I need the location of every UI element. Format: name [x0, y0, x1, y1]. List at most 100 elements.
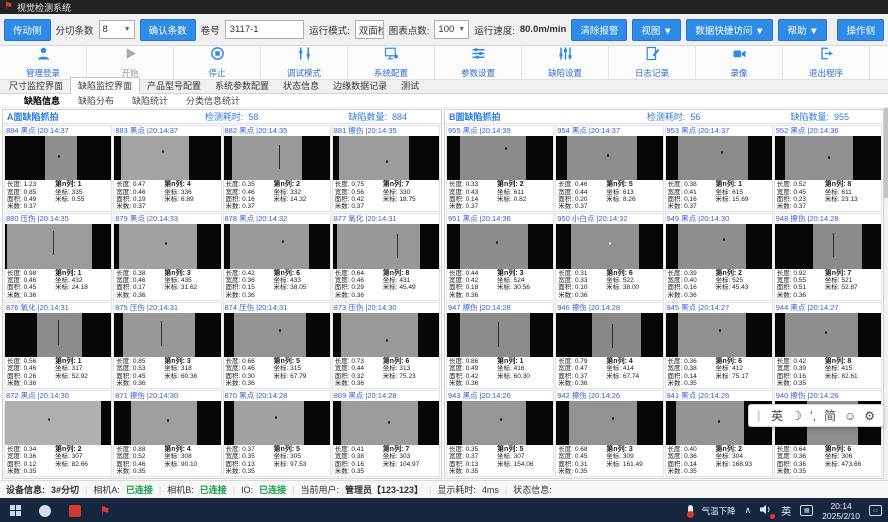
volume-icon[interactable]	[760, 504, 772, 517]
toolbar-button-defect[interactable]: 缺陷设置	[522, 46, 609, 79]
tab-2[interactable]: 产品型号配置	[140, 78, 208, 93]
subtab-3[interactable]: 分类信息统计	[186, 94, 240, 107]
defect-cell[interactable]: 952 黑点 |20:14:36长度: 0.52宽度: 0.45面积: 0.23…	[774, 125, 882, 212]
defect-attr: 米标: 8.26	[606, 196, 660, 203]
confirm-count-button[interactable]: 确认条数	[140, 19, 196, 41]
tab-5[interactable]: 边缘数据记录	[326, 78, 394, 93]
tab-6[interactable]: 测试	[394, 78, 426, 93]
defect-cell[interactable]: 884 黑点 |20:14:37长度: 1.23宽度: 0.85面积: 0.49…	[4, 125, 112, 212]
scrollbar-thumb[interactable]	[884, 108, 888, 198]
tab-1[interactable]: 缺陷监控界面	[70, 77, 140, 94]
defect-cell[interactable]: 877 氧化 |20:14:31长度: 0.64宽度: 0.46面积: 0.29…	[332, 213, 440, 300]
defect-cell[interactable]: 945 黑点 |20:14:27长度: 0.36宽度: 0.38面积: 0.14…	[665, 302, 773, 389]
defect-cell[interactable]: 876 氧化 |20:14:31长度: 0.56宽度: 0.46面积: 0.26…	[4, 302, 112, 389]
defect-mark	[498, 322, 499, 346]
toolbar-button-stop[interactable]: 停止	[174, 46, 261, 79]
defect-cell[interactable]: 871 擦伤 |20:14:30长度: 0.88宽度: 0.52面积: 0.46…	[113, 390, 221, 477]
ime-keyboard-icon[interactable]: ▦	[800, 505, 813, 516]
defect-cell[interactable]: 943 黑点 |20:14:26长度: 0.35宽度: 0.37面积: 0.13…	[446, 390, 554, 477]
ime-settings-icon[interactable]: ⚙	[864, 409, 875, 423]
taskbar-app-red[interactable]	[60, 498, 90, 522]
tab-3[interactable]: 系统参数配置	[208, 78, 276, 93]
defect-cell[interactable]: 878 黑点 |20:14:32长度: 0.42宽度: 0.36面积: 0.15…	[223, 213, 331, 300]
defect-cell[interactable]: 869 黑点 |20:14:28长度: 0.41宽度: 0.38面积: 0.16…	[332, 390, 440, 477]
defect-cell-header: 944 黑点 |20:14:27	[775, 303, 881, 313]
defect-cell[interactable]: 944 黑点 |20:14:27长度: 0.42宽度: 0.39面积: 0.16…	[774, 302, 882, 389]
drive-side-button[interactable]: 传动侧	[4, 19, 51, 41]
params-icon	[471, 46, 486, 66]
defect-cell[interactable]: 881 擦伤 |20:14:35长度: 0.75宽度: 0.56面积: 0.42…	[332, 125, 440, 212]
subtab-0[interactable]: 缺陷信息	[24, 94, 60, 107]
scrollbar[interactable]	[884, 108, 888, 480]
defect-info: 长度: 0.38宽度: 0.41面积: 0.16米数: 0.37第n列: 1坐标…	[666, 180, 772, 211]
taskbar-app-inspect[interactable]: ⚑	[90, 498, 120, 522]
data-quick-access-button[interactable]: 数据快捷访问 ▼	[686, 19, 773, 41]
defect-cell[interactable]: 882 黑点 |20:14:35长度: 0.35宽度: 0.46面积: 0.16…	[223, 125, 331, 212]
ime-lang[interactable]: 英	[771, 407, 783, 424]
clear-alarm-button[interactable]: 清除报警	[571, 19, 627, 41]
defect-cell[interactable]: 883 黑点 |20:14:37长度: 0.47宽度: 0.46面积: 0.19…	[113, 125, 221, 212]
defect-cell[interactable]: 946 擦伤 |20:14:28长度: 0.79宽度: 0.47面积: 0.37…	[555, 302, 663, 389]
ime-punct[interactable]: ’,	[810, 409, 816, 423]
tab-0[interactable]: 尺寸监控界面	[2, 78, 70, 93]
operator-side-button[interactable]: 操作侧	[837, 19, 884, 41]
subtab-2[interactable]: 缺陷统计	[132, 94, 168, 107]
toolbar-button-params[interactable]: 参数设置	[435, 46, 522, 79]
run-mode-select[interactable]: 双面检测▼	[355, 20, 384, 39]
defect-attr: 第n列: 8	[825, 181, 879, 188]
help-menu-button[interactable]: 帮助 ▼	[778, 19, 827, 41]
toolbar-button-record[interactable]: 录像	[696, 46, 783, 79]
toolbar-button-system[interactable]: 系统配置	[348, 46, 435, 79]
ime-toolbar: ❙ 英 ☽ ’, 简 ☺ ⚙	[748, 404, 884, 427]
ime-drag-handle[interactable]: ❙	[754, 409, 763, 422]
toolbar-button-log[interactable]: 日志记录	[609, 46, 696, 79]
toolbar-button-play[interactable]: 开始	[87, 46, 174, 79]
defect-cell[interactable]: 950 小白点 |20:14:32长度: 0.31宽度: 0.33面积: 0.1…	[555, 213, 663, 300]
slit-count-select[interactable]: 8▼	[99, 20, 135, 39]
defect-cell-header: 880 压伤 |20:14:35	[5, 214, 111, 224]
defect-cell[interactable]: 955 黑点 |20:14:39长度: 0.33宽度: 0.43面积: 0.14…	[446, 125, 554, 212]
defect-attr: 米数: 0.36	[449, 380, 497, 387]
ime-emoji-icon[interactable]: ☺	[844, 409, 856, 423]
defect-attr: 米数: 0.36	[777, 292, 825, 299]
defect-cell[interactable]: 953 黑点 |20:14:37长度: 0.38宽度: 0.41面积: 0.16…	[665, 125, 773, 212]
defect-cell[interactable]: 954 黑点 |20:14:37长度: 0.46宽度: 0.44面积: 0.20…	[555, 125, 663, 212]
tab-4[interactable]: 状态信息	[276, 78, 326, 93]
defect-cell[interactable]: 951 黑点 |20:14:36长度: 0.44宽度: 0.42面积: 0.18…	[446, 213, 554, 300]
defect-cell[interactable]: 940 擦伤 |20:14:26长度: 0.64宽度: 0.36面积: 0.36…	[774, 390, 882, 477]
subtab-1[interactable]: 缺陷分布	[78, 94, 114, 107]
start-button[interactable]	[0, 498, 30, 522]
chart-points-select[interactable]: 100▼	[434, 20, 469, 39]
toolbar-button-exit[interactable]: 退出程序	[783, 46, 870, 79]
ime-moon-icon[interactable]: ☽	[791, 409, 802, 423]
red-app-icon	[69, 505, 81, 517]
taskbar-app-window[interactable]	[30, 498, 60, 522]
defect-cell[interactable]: 873 压伤 |20:14:30长度: 0.73宽度: 0.44面积: 0.32…	[332, 302, 440, 389]
toolbar-button-user[interactable]: 管理登录	[0, 46, 87, 79]
taskbar-clock[interactable]: 20:14 2025/2/10	[822, 501, 860, 521]
defect-cell[interactable]: 942 擦伤 |20:14:26长度: 0.68宽度: 0.45面积: 0.31…	[555, 390, 663, 477]
toolbar-button-debug[interactable]: 调试模式	[261, 46, 348, 79]
defect-cell[interactable]: 948 擦伤 |20:14:28长度: 0.92宽度: 0.55面积: 0.51…	[774, 213, 882, 300]
defect-mark	[279, 145, 280, 169]
defect-attr: 米标: 52.87	[825, 284, 879, 291]
defect-cell[interactable]: 947 擦伤 |20:14:28长度: 0.86宽度: 0.49面积: 0.42…	[446, 302, 554, 389]
tray-expand-chevron[interactable]: ∧	[745, 505, 752, 516]
defect-cell[interactable]: 874 压伤 |20:14:31长度: 0.66宽度: 0.46面积: 0.30…	[223, 302, 331, 389]
ime-simplified[interactable]: 简	[824, 407, 836, 424]
touch-keyboard-icon[interactable]: ▭	[869, 505, 882, 516]
language-indicator[interactable]: 英	[781, 503, 791, 518]
view-menu-button[interactable]: 视图 ▼	[632, 19, 681, 41]
defect-cell[interactable]: 870 黑点 |20:14:28长度: 0.37宽度: 0.35面积: 0.13…	[223, 390, 331, 477]
slit-count-value: 8	[103, 24, 108, 35]
defect-cell[interactable]: 875 压伤 |20:14:31长度: 0.85宽度: 0.53面积: 0.45…	[113, 302, 221, 389]
defect-attr: 米数: 0.37	[116, 203, 164, 210]
defect-cell[interactable]: 941 黑点 |20:14:26长度: 0.40宽度: 0.36面积: 0.14…	[665, 390, 773, 477]
defect-cell[interactable]: 949 黑点 |20:14:30长度: 0.39宽度: 0.40面积: 0.16…	[665, 213, 773, 300]
defect-cell[interactable]: 880 压伤 |20:14:35长度: 0.98宽度: 0.46面积: 0.45…	[4, 213, 112, 300]
roll-number-input[interactable]: 3117-1	[225, 20, 304, 39]
defect-cell[interactable]: 872 黑点 |20:14:30长度: 0.34宽度: 0.36面积: 0.12…	[4, 390, 112, 477]
defect-cell[interactable]: 879 黑点 |20:14:33长度: 0.38宽度: 0.46面积: 0.17…	[113, 213, 221, 300]
defect-attr: 宽度: 0.39	[777, 365, 825, 372]
weather-text[interactable]: 气温下降	[702, 505, 736, 517]
